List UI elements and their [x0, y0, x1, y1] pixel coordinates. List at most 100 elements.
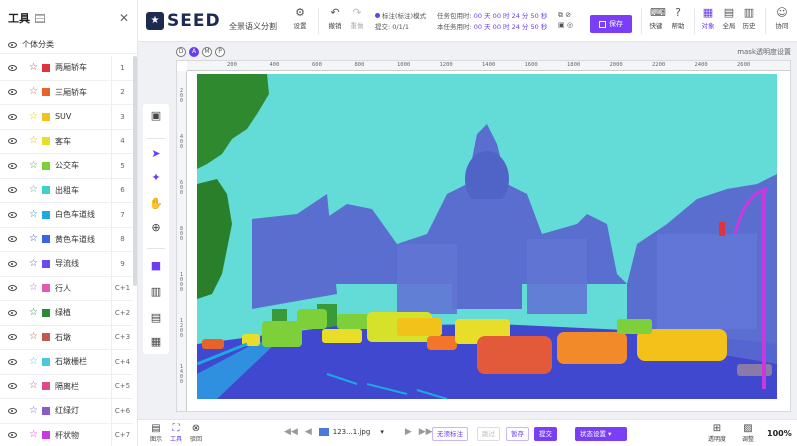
star-icon[interactable]: ☆: [29, 209, 38, 220]
eye-icon[interactable]: [8, 285, 17, 292]
star-icon[interactable]: ☆: [29, 430, 38, 440]
adjust-button[interactable]: ▨ 调整: [738, 423, 758, 443]
star-icon[interactable]: ☆: [29, 160, 38, 171]
class-row[interactable]: ☆ 杆状物 C+7: [0, 423, 133, 446]
eye-icon[interactable]: [8, 383, 17, 390]
grid-tool-icon[interactable]: ▦: [148, 334, 164, 350]
class-row[interactable]: ☆ 石墩 C+3: [0, 325, 133, 350]
class-row[interactable]: ☆ 公交车 5: [0, 153, 133, 179]
class-color-swatch: [41, 382, 50, 391]
merge-tool-icon[interactable]: ▤: [148, 310, 164, 326]
tool-view-button[interactable]: ⛶ 工具: [168, 423, 184, 443]
star-icon[interactable]: ☆: [29, 405, 38, 416]
opacity-button[interactable]: ⊞ 透明度: [706, 423, 728, 443]
canvas-mode-a[interactable]: A: [189, 47, 199, 57]
star-icon[interactable]: ☆: [29, 356, 38, 367]
canvas-mode-p[interactable]: P: [215, 47, 225, 57]
magic-select-icon[interactable]: ✦: [148, 170, 164, 186]
eye-icon[interactable]: [8, 138, 17, 145]
current-file[interactable]: 123...1.jpg ▾: [318, 428, 391, 436]
save-button[interactable]: 保存: [590, 15, 632, 33]
class-row[interactable]: ☆ 两厢轿车 1: [0, 55, 133, 81]
star-icon[interactable]: ☆: [29, 62, 38, 73]
eye-icon[interactable]: [8, 211, 17, 218]
submit-button[interactable]: 提交: [534, 427, 557, 441]
class-row[interactable]: ☆ 客车 4: [0, 129, 133, 154]
reject-button[interactable]: ⊗ 驳回: [188, 423, 204, 443]
star-icon[interactable]: ☆: [29, 381, 38, 391]
star-icon[interactable]: ☆: [29, 111, 38, 122]
redo-button[interactable]: ↷ 重做: [344, 7, 370, 30]
class-row[interactable]: ☆ 隔离栏 C+5: [0, 374, 133, 399]
mask-opacity-setting[interactable]: mask透明度设置: [737, 47, 791, 57]
class-list-scrollbar[interactable]: [133, 56, 137, 286]
pointer-icon[interactable]: ➤: [148, 146, 164, 162]
eye-icon[interactable]: [8, 162, 17, 169]
zoom-level[interactable]: 100%: [767, 429, 792, 438]
settings-button[interactable]: ⚙ 设置: [287, 7, 313, 30]
eye-icon[interactable]: [8, 236, 17, 243]
annotation-canvas[interactable]: 200 400 600 800 1000 1200 1400 1600 1800 2000 2200…: [176, 60, 791, 412]
eye-icon[interactable]: [8, 187, 17, 194]
class-row[interactable]: ☆ 红绿灯 C+6: [0, 398, 133, 424]
class-row[interactable]: ☆ 导流线 9: [0, 251, 133, 277]
star-icon[interactable]: ☆: [29, 332, 38, 342]
last-page-icon[interactable]: ▶▶: [419, 427, 433, 437]
eye-icon[interactable]: [8, 407, 17, 414]
no-label-button[interactable]: 无须标注: [432, 427, 468, 441]
canvas-mode-d[interactable]: D: [176, 47, 186, 57]
class-row[interactable]: ☆ 黄色车道线 8: [0, 227, 133, 252]
file-dropdown-icon[interactable]: ▾: [380, 428, 384, 436]
star-icon[interactable]: ☆: [29, 185, 38, 195]
target-icon[interactable]: ◎: [567, 21, 573, 29]
star-icon[interactable]: ☆: [29, 87, 38, 97]
first-page-icon[interactable]: ◀◀: [284, 427, 298, 437]
copy-icon[interactable]: ⧉: [558, 11, 563, 19]
close-icon[interactable]: ✕: [119, 11, 129, 25]
list-view-button[interactable]: ▤ 图示: [148, 423, 164, 443]
canvas-mode-m[interactable]: M: [202, 47, 212, 57]
prev-page-icon[interactable]: ◀: [305, 427, 312, 437]
hand-icon[interactable]: ✋: [148, 196, 164, 212]
layers-icon[interactable]: ▣: [558, 21, 565, 29]
eye-icon[interactable]: [8, 113, 17, 120]
divider: [147, 138, 165, 139]
star-icon[interactable]: ☆: [29, 307, 38, 318]
zoom-icon[interactable]: ⊕: [148, 220, 164, 236]
history-button[interactable]: ▥ 历史: [736, 7, 762, 30]
class-row[interactable]: ☆ 石墩栅栏 C+4: [0, 349, 133, 375]
next-page-icon[interactable]: ▶: [405, 427, 412, 437]
status-setting-button[interactable]: 状态设置 ▾: [575, 427, 627, 441]
eye-icon[interactable]: [8, 358, 17, 365]
smart-tool-icon[interactable]: ▣: [148, 108, 164, 124]
eye-icon[interactable]: [8, 309, 17, 316]
star-icon[interactable]: ☆: [29, 283, 38, 293]
eye-icon[interactable]: [8, 41, 17, 48]
fill-square-icon[interactable]: ■: [148, 258, 164, 274]
eye-icon[interactable]: [8, 64, 17, 71]
help-button[interactable]: ? 帮助: [665, 7, 691, 30]
eye-icon[interactable]: [8, 260, 17, 267]
eye-icon[interactable]: [8, 432, 17, 439]
class-row[interactable]: ☆ 三厢轿车 2: [0, 80, 133, 105]
star-icon[interactable]: ☆: [29, 136, 38, 146]
class-row[interactable]: ☆ 出租车 6: [0, 178, 133, 203]
class-row[interactable]: ☆ 行人 C+1: [0, 276, 133, 301]
star-icon[interactable]: ☆: [29, 258, 38, 269]
grid-icon[interactable]: [35, 13, 45, 23]
skip-button[interactable]: 跳过: [477, 427, 500, 441]
top-toolbar: ★ SEED 全景语义分割 ⚙ 设置 ↶ 撤销 ↷ 重做 标注(标注)模式 提交…: [138, 0, 797, 42]
eye-icon[interactable]: [8, 334, 17, 341]
class-name: 三厢轿车: [54, 87, 87, 97]
eye-icon[interactable]: [8, 89, 17, 96]
segmented-image[interactable]: [197, 74, 777, 399]
star-icon[interactable]: ☆: [29, 234, 38, 244]
link-icon[interactable]: ⊘: [565, 11, 571, 19]
split-tool-icon[interactable]: ▥: [148, 284, 164, 300]
temp-save-button[interactable]: 暂存: [506, 427, 529, 441]
class-row[interactable]: ☆ 白色车道线 7: [0, 202, 133, 228]
class-section-header[interactable]: 个体分类: [0, 36, 137, 54]
class-row[interactable]: ☆ SUV 3: [0, 104, 133, 130]
class-row[interactable]: ☆ 绿植 C+2: [0, 300, 133, 326]
collab-button[interactable]: ☺ 协同: [769, 7, 795, 30]
